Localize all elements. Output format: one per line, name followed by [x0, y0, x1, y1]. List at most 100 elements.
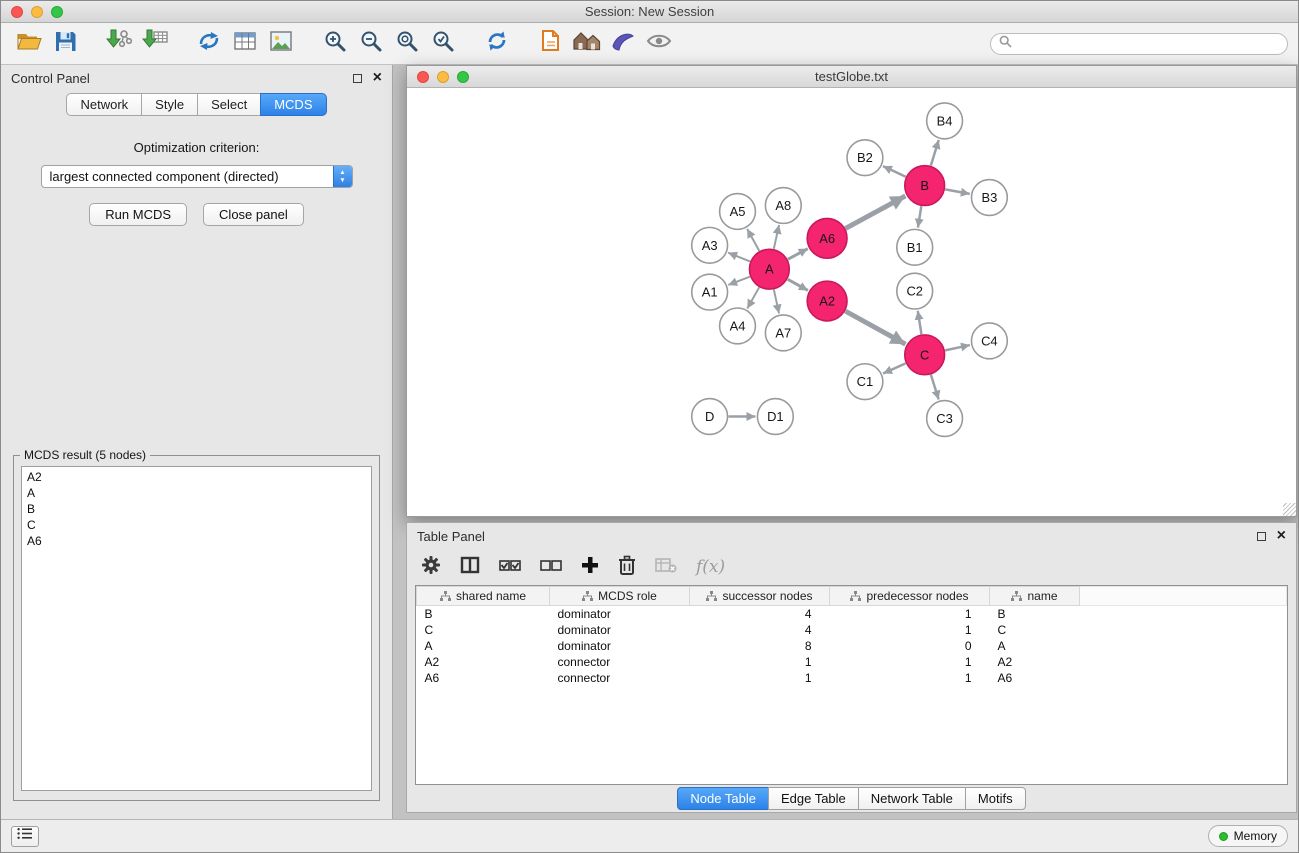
graph-edge-B-B4[interactable]	[931, 140, 939, 166]
minimize-window-button[interactable]	[31, 6, 43, 18]
resize-grip[interactable]	[1283, 503, 1296, 516]
graph-edge-A-A1[interactable]	[728, 277, 750, 285]
tab-node-table[interactable]: Node Table	[677, 787, 769, 810]
graph-node-B[interactable]: B	[905, 166, 945, 206]
zoom-selected-button[interactable]	[425, 27, 461, 61]
show-columns-button[interactable]	[460, 556, 480, 579]
table-cell[interactable]: 1	[830, 670, 990, 686]
table-row[interactable]: A2connector11A2	[417, 654, 1287, 670]
table-cell[interactable]: 1	[830, 606, 990, 622]
graph-node-A5[interactable]: A5	[720, 194, 756, 230]
graph-node-A[interactable]: A	[749, 249, 789, 289]
search-input[interactable]	[1017, 36, 1279, 52]
table-cell[interactable]: C	[990, 622, 1080, 638]
zoom-window-button[interactable]	[51, 6, 63, 18]
table-row[interactable]: Adominator80A	[417, 638, 1287, 654]
graph-node-A4[interactable]: A4	[720, 308, 756, 344]
graph-edge-B-B3[interactable]	[945, 189, 970, 194]
table-cell[interactable]: 4	[690, 606, 830, 622]
graph-node-B2[interactable]: B2	[847, 140, 883, 176]
graph-node-D[interactable]: D	[692, 399, 728, 435]
new-network-button[interactable]	[191, 27, 227, 61]
network-zoom-button[interactable]	[457, 71, 469, 83]
control-panel-float-icon[interactable]	[353, 74, 362, 83]
select-all-button[interactable]	[499, 557, 521, 578]
result-item[interactable]: C	[27, 517, 366, 533]
panel-menu-button[interactable]	[11, 826, 39, 847]
deselect-all-button[interactable]	[540, 557, 562, 578]
open-file-button[interactable]	[533, 27, 569, 61]
table-cell[interactable]: 1	[830, 622, 990, 638]
table-cell[interactable]: dominator	[550, 638, 690, 654]
table-panel-float-icon[interactable]	[1257, 532, 1266, 541]
close-panel-button[interactable]: Close panel	[203, 203, 304, 226]
result-item[interactable]: A	[27, 485, 366, 501]
tab-select[interactable]: Select	[197, 93, 261, 116]
zoom-in-button[interactable]	[317, 27, 353, 61]
control-panel-close-icon[interactable]: ×	[373, 70, 382, 86]
table-row[interactable]: Bdominator41B	[417, 606, 1287, 622]
graph-node-B4[interactable]: B4	[927, 103, 963, 139]
style-button[interactable]	[605, 27, 641, 61]
graph-node-A2[interactable]: A2	[807, 281, 847, 321]
network-window-titlebar[interactable]: testGlobe.txt	[407, 66, 1296, 88]
column-header-name[interactable]: name	[990, 587, 1080, 606]
network-minimize-button[interactable]	[437, 71, 449, 83]
show-details-button[interactable]	[641, 27, 677, 61]
memory-button[interactable]: Memory	[1208, 825, 1288, 847]
function-builder-button[interactable]: f(x)	[696, 557, 725, 577]
table-cell[interactable]: 8	[690, 638, 830, 654]
graph-node-A7[interactable]: A7	[765, 315, 801, 351]
graph-node-B1[interactable]: B1	[897, 229, 933, 265]
tab-edge-table[interactable]: Edge Table	[768, 787, 859, 810]
graph-edge-A-A3[interactable]	[728, 253, 750, 262]
graph-node-A8[interactable]: A8	[765, 188, 801, 224]
graph-edge-A-A5[interactable]	[747, 229, 759, 251]
table-cell[interactable]: 1	[690, 670, 830, 686]
table-panel-close-icon[interactable]: ×	[1277, 528, 1286, 544]
table-cell[interactable]: A6	[417, 670, 550, 686]
table-cell[interactable]: 0	[830, 638, 990, 654]
table-cell[interactable]: B	[990, 606, 1080, 622]
graph-edge-A-A7[interactable]	[774, 290, 779, 314]
import-table-button[interactable]	[137, 27, 173, 61]
table-cell[interactable]: A6	[990, 670, 1080, 686]
import-network-button[interactable]	[101, 27, 137, 61]
search-field[interactable]	[990, 33, 1288, 55]
graph-node-C4[interactable]: C4	[971, 323, 1007, 359]
result-item[interactable]: B	[27, 501, 366, 517]
table-cell[interactable]: dominator	[550, 606, 690, 622]
graph-edge-A-A4[interactable]	[747, 287, 759, 308]
graph-edge-A6-B[interactable]	[845, 196, 905, 228]
table-cell[interactable]: A2	[417, 654, 550, 670]
graph-node-C3[interactable]: C3	[927, 401, 963, 437]
home-button[interactable]	[569, 27, 605, 61]
column-header-successor-nodes[interactable]: successor nodes	[690, 587, 830, 606]
graph-edge-A2-C[interactable]	[845, 311, 905, 344]
table-cell[interactable]: 4	[690, 622, 830, 638]
close-window-button[interactable]	[11, 6, 23, 18]
network-canvas[interactable]: B4B2BB3A8A5A6A3B1AC2A1A2A4A7C4CC1C3DD1	[407, 88, 1296, 516]
delete-column-button[interactable]	[618, 555, 636, 580]
table-cell[interactable]: A2	[990, 654, 1080, 670]
column-header-predecessor-nodes[interactable]: predecessor nodes	[830, 587, 990, 606]
table-cell[interactable]: connector	[550, 654, 690, 670]
tab-network[interactable]: Network	[66, 93, 142, 116]
graph-node-A1[interactable]: A1	[692, 274, 728, 310]
table-cell[interactable]: 1	[830, 654, 990, 670]
column-header-mcds-role[interactable]: MCDS role	[550, 587, 690, 606]
graph-node-B3[interactable]: B3	[971, 180, 1007, 216]
tab-motifs[interactable]: Motifs	[965, 787, 1026, 810]
graph-edge-C-C3[interactable]	[931, 375, 939, 400]
graph-edge-C-C2[interactable]	[918, 311, 922, 334]
network-close-button[interactable]	[417, 71, 429, 83]
result-item[interactable]: A6	[27, 533, 366, 549]
result-item[interactable]: A2	[27, 469, 366, 485]
save-session-button[interactable]	[47, 27, 83, 61]
table-cell[interactable]: dominator	[550, 622, 690, 638]
graph-node-C1[interactable]: C1	[847, 364, 883, 400]
table-cell[interactable]: connector	[550, 670, 690, 686]
table-cell[interactable]: A	[417, 638, 550, 654]
tab-style[interactable]: Style	[141, 93, 198, 116]
export-image-button[interactable]	[263, 27, 299, 61]
